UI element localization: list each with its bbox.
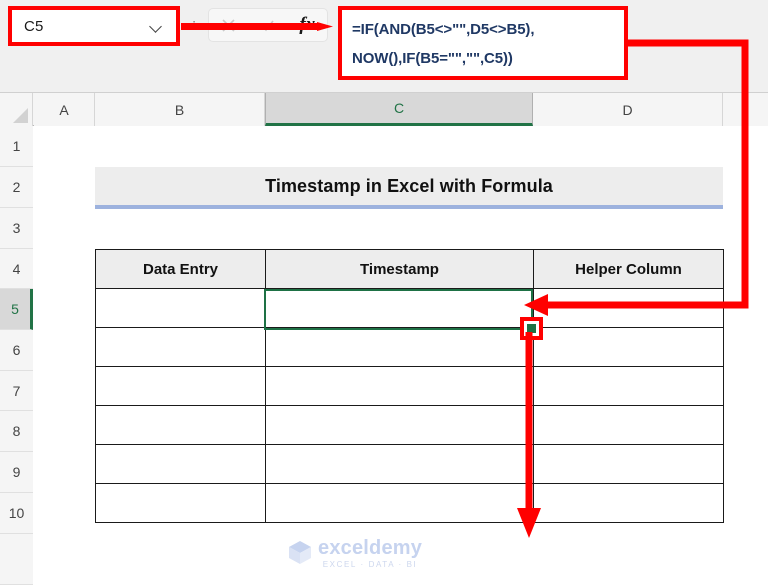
cell-c6[interactable] <box>265 327 534 367</box>
formula-bar-strip: C5 : fx =IF(AND(B5<>"",D5<>B5), NOW(),IF… <box>0 0 768 93</box>
data-table: Data Entry Timestamp Helper Column <box>95 249 724 523</box>
name-box-value: C5 <box>24 17 44 35</box>
cell-d7[interactable] <box>533 366 724 406</box>
worksheet-grid[interactable]: Timestamp in Excel with Formula Data Ent… <box>34 126 768 585</box>
row-header-column: 1 2 3 4 5 6 7 8 9 10 <box>0 126 33 585</box>
row-header-3[interactable]: 3 <box>0 208 33 249</box>
table-row <box>95 405 724 445</box>
fill-handle[interactable] <box>526 323 537 334</box>
row-header-7[interactable]: 7 <box>0 371 33 411</box>
watermark-tagline: EXCEL · DATA · BI <box>322 560 418 569</box>
watermark-brand-name: exceldemy <box>318 537 423 559</box>
cell-c7[interactable] <box>265 366 534 406</box>
cell-d10[interactable] <box>533 483 724 523</box>
name-box-highlight-outline: C5 <box>8 6 180 46</box>
cell-d6[interactable] <box>533 327 724 367</box>
column-header-timestamp: Timestamp <box>265 249 534 289</box>
cell-b8[interactable] <box>95 405 266 445</box>
page-title: Timestamp in Excel with Formula <box>265 175 553 196</box>
cell-d8[interactable] <box>533 405 724 445</box>
watermark-text: exceldemy EXCEL · DATA · BI <box>318 538 422 570</box>
cell-d9[interactable] <box>533 444 724 484</box>
table-row <box>95 327 724 367</box>
column-header-d[interactable]: D <box>533 93 723 126</box>
row-header-11-partial[interactable] <box>0 534 33 585</box>
column-header-data-entry: Data Entry <box>95 249 266 289</box>
column-header-helper-column: Helper Column <box>533 249 724 289</box>
cell-b10[interactable] <box>95 483 266 523</box>
table-row <box>95 483 724 523</box>
column-header-a[interactable]: A <box>34 93 95 126</box>
cell-b9[interactable] <box>95 444 266 484</box>
column-header-b[interactable]: B <box>95 93 265 126</box>
formula-line-1[interactable]: =IF(AND(B5<>"",D5<>B5), <box>352 15 616 44</box>
table-row <box>95 366 724 406</box>
row-header-9[interactable]: 9 <box>0 452 33 493</box>
formula-input-highlight-outline: =IF(AND(B5<>"",D5<>B5), NOW(),IF(B5="","… <box>338 6 628 80</box>
cell-c8[interactable] <box>265 405 534 445</box>
table-row <box>95 288 724 328</box>
row-header-5[interactable]: 5 <box>0 289 33 330</box>
select-all-corner[interactable] <box>0 93 33 126</box>
table-row <box>95 444 724 484</box>
name-box[interactable]: C5 <box>12 10 176 42</box>
cell-c9[interactable] <box>265 444 534 484</box>
column-header-e-partial[interactable] <box>723 93 768 126</box>
cell-b7[interactable] <box>95 366 266 406</box>
chevron-down-icon[interactable] <box>150 22 164 31</box>
row-header-10[interactable]: 10 <box>0 493 33 534</box>
cell-d5[interactable] <box>533 288 724 328</box>
row-header-2[interactable]: 2 <box>0 167 33 208</box>
column-header-row: A B C D <box>0 93 768 126</box>
exceldemy-cube-logo-icon <box>289 541 311 564</box>
cell-c5[interactable] <box>265 288 534 328</box>
row-header-6[interactable]: 6 <box>0 330 33 371</box>
sheet-title-banner: Timestamp in Excel with Formula <box>95 167 723 209</box>
column-header-c[interactable]: C <box>265 93 533 126</box>
cell-c10[interactable] <box>265 483 534 523</box>
arrow-name-box-to-formula-icon <box>181 22 333 31</box>
cell-b6[interactable] <box>95 327 266 367</box>
cell-b5[interactable] <box>95 288 266 328</box>
row-header-4[interactable]: 4 <box>0 249 33 289</box>
exceldemy-watermark: exceldemy EXCEL · DATA · BI <box>287 538 467 574</box>
row-header-8[interactable]: 8 <box>0 411 33 452</box>
table-header-row: Data Entry Timestamp Helper Column <box>95 249 724 289</box>
formula-line-2[interactable]: NOW(),IF(B5="","",C5)) <box>352 44 616 73</box>
row-header-1[interactable]: 1 <box>0 126 33 167</box>
